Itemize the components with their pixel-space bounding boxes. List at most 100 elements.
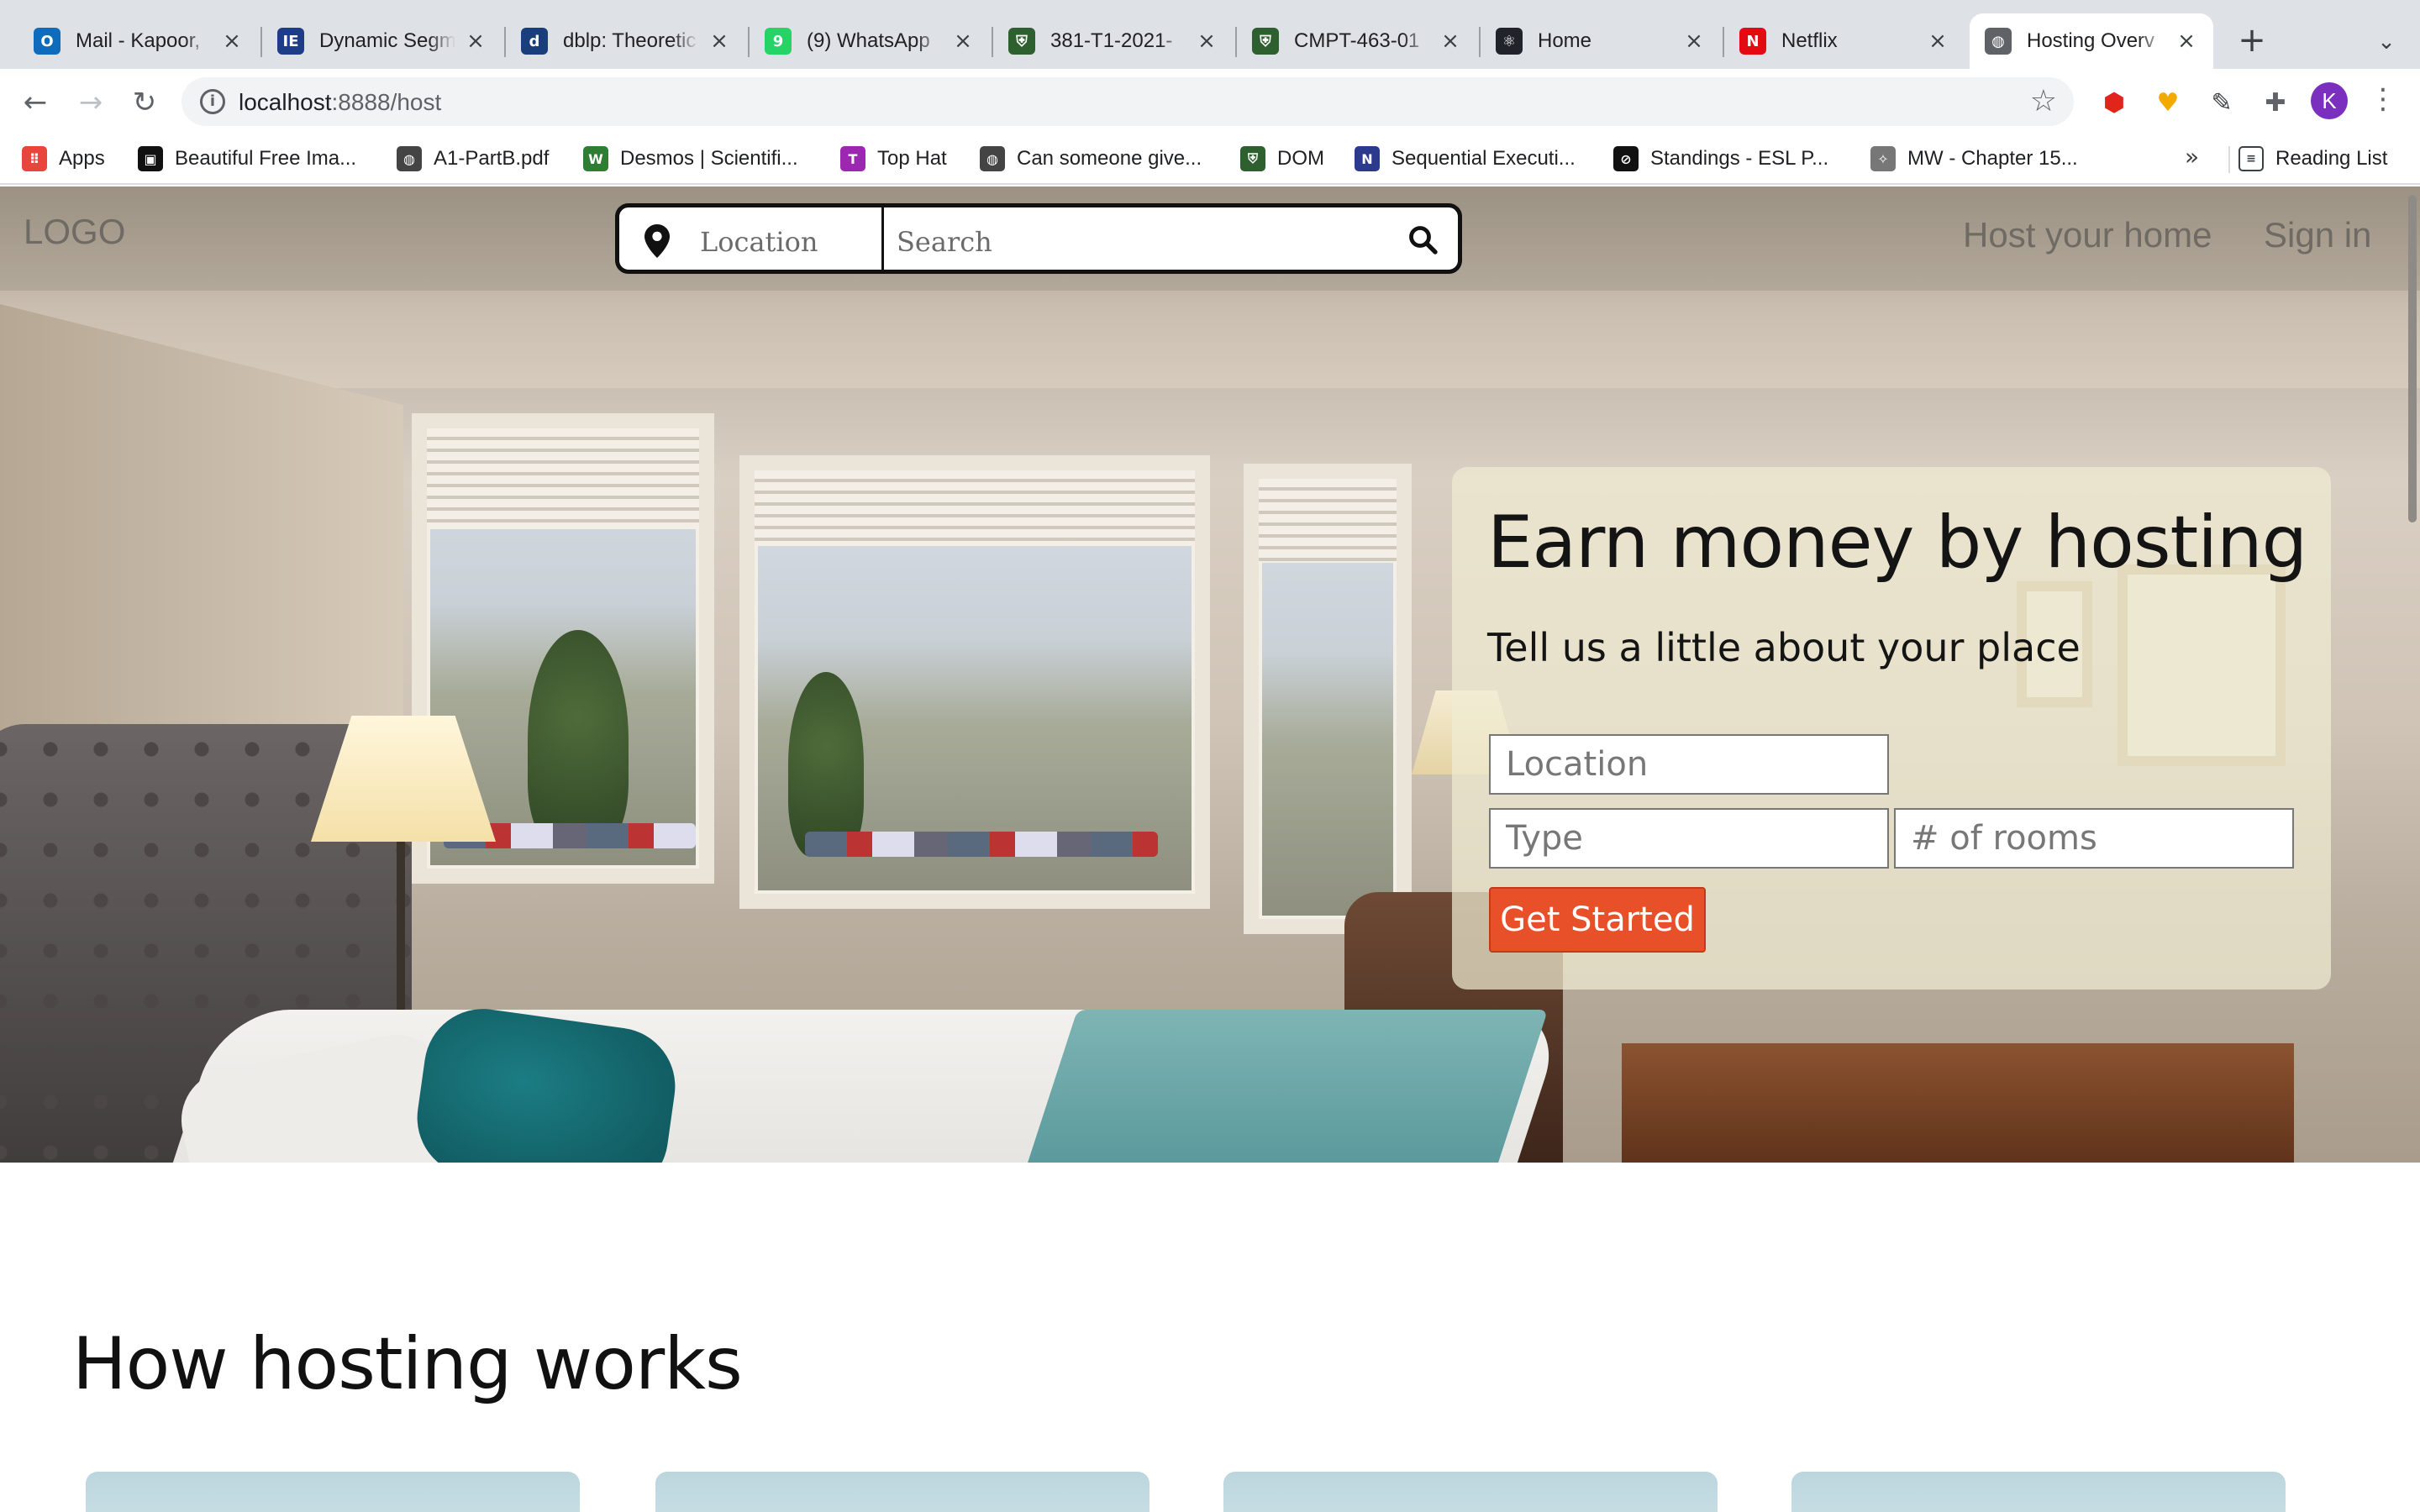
hero-photo-tree [788,672,864,857]
bookmark-item[interactable]: ◍ A1-PartB.pdf [397,143,549,175]
scrollbar-thumb[interactable] [2408,195,2417,522]
bookmark-item[interactable]: N Sequential Executi... [1355,143,1576,175]
close-tab-icon[interactable]: × [708,29,731,54]
profile-avatar[interactable]: K [2311,82,2348,119]
honey-extension-icon[interactable]: ♥ [2149,84,2186,121]
browser-tab[interactable]: N Netflix × [1724,13,1965,69]
browser-tab[interactable]: O Mail - Kapoor, × [18,13,259,69]
how-hosting-works-heading: How hosting works [72,1322,743,1406]
url-host: localhost [239,89,332,115]
outlook-icon: O [34,28,60,55]
extensions-puzzle-icon[interactable]: ✚ [2257,84,2294,121]
close-tab-icon[interactable]: × [1195,29,1218,54]
bookmark-label: Desmos | Scientifi... [620,147,798,170]
close-tab-icon[interactable]: × [464,29,487,54]
close-tab-icon[interactable]: × [1682,29,1706,54]
browser-tab[interactable]: ◍ Hosting Overv × [1970,13,2213,69]
how-step-card [655,1472,1150,1512]
browser-tab[interactable]: IE Dynamic Segm × [262,13,502,69]
reading-list-icon: ≡ [2238,146,2264,171]
sign-in-link[interactable]: Sign in [2264,215,2371,255]
shield-icon: ⛨ [1240,146,1265,171]
search-icon[interactable] [1407,224,1438,255]
close-tab-icon[interactable]: × [1439,29,1462,54]
whatsapp-icon: 9 [765,28,792,55]
ieee-icon: IE [277,28,304,55]
adblock-extension-icon[interactable]: ⬢ [2096,84,2133,121]
hero-photo-desk [1622,1043,2294,1163]
shield-icon: ⛨ [1008,28,1035,55]
bookmark-item[interactable]: ⊘ Standings - ESL P... [1613,143,1828,175]
hero-title: Earn money by hosting [1487,501,2307,585]
reload-icon[interactable]: ↻ [126,84,163,121]
tophat-icon: T [840,146,865,171]
bookmark-item[interactable]: W Desmos | Scientifi... [583,143,798,175]
url-text[interactable]: localhost:8888/host [239,89,441,116]
tab-title: Dynamic Segm [319,29,455,52]
location-search-input[interactable]: Location [700,226,818,258]
page-scrollbar[interactable] [2402,186,2420,1512]
react-icon: ⚛ [1496,28,1523,55]
location-pin-icon [644,224,670,258]
hero-photo-blinds [755,470,1195,546]
site-logo[interactable]: LOGO [24,212,125,252]
rooms-field[interactable] [1894,808,2294,869]
netflix-icon: N [1739,28,1766,55]
hero-section: LOGO Location Search Host your home Sign… [0,186,2420,1163]
bookmark-item[interactable]: ◍ Can someone give... [980,143,1202,175]
close-tab-icon[interactable]: × [951,29,975,54]
type-field[interactable] [1489,808,1889,869]
tab-search-chevron-icon[interactable]: ⌄ [2370,25,2403,59]
bookmark-label: A1-PartB.pdf [434,147,550,170]
browser-tab[interactable]: ⚛ Home × [1481,13,1721,69]
back-arrow-icon[interactable]: ← [17,84,54,121]
browser-menu-icon[interactable]: ⋮ [2368,82,2398,119]
site-info-icon[interactable]: i [200,89,225,114]
keyword-search-input[interactable]: Search [897,226,992,258]
bookmark-item[interactable]: ▣ Beautiful Free Ima... [138,143,356,175]
browser-tab[interactable]: ⛨ 381-T1-2021- × [993,13,1234,69]
bookmark-label: Beautiful Free Ima... [175,147,357,170]
tab-title: 381-T1-2021- [1050,29,1173,52]
close-tab-icon[interactable]: × [1926,29,1949,54]
browser-tab[interactable]: d dblp: Theoretic × [506,13,746,69]
apps-grid-icon: ⠿ [22,146,47,171]
get-started-button[interactable]: Get Started [1489,887,1706,953]
hero-photo-throw [1006,1010,1549,1163]
hero-photo-blinds [1259,479,1397,563]
close-tab-icon[interactable]: × [2175,29,2198,54]
browser-toolbar: ← → ↻ i localhost:8888/host ☆ ⬢ ♥ ✎ ✚ K … [0,69,2420,133]
close-tab-icon[interactable]: × [220,29,244,54]
bookmark-item[interactable]: ✧ MW - Chapter 15... [1870,143,2078,175]
search-divider [881,207,884,270]
hero-photo-cars [805,832,1158,857]
next-icon: N [1355,146,1380,171]
bookmark-item[interactable]: T Top Hat [840,143,947,175]
forward-arrow-icon[interactable]: → [72,84,109,121]
dblp-icon: d [521,28,548,55]
bookmark-label: Top Hat [877,147,947,170]
globe-icon: ◍ [980,146,1005,171]
how-step-card [86,1472,580,1512]
host-your-home-link[interactable]: Host your home [1963,215,2212,255]
hero-photo-blinds [427,428,699,529]
eyedropper-extension-icon[interactable]: ✎ [2203,84,2240,121]
bookmarks-bar: ✧ MW - Chapter 15... ⊘ Standings - ESL P...… [0,133,2420,185]
bookmark-item[interactable]: ⠿ Apps [22,143,105,175]
tab-title: Netflix [1781,29,1838,52]
how-step-card [1791,1472,2286,1512]
reading-list-button[interactable]: ≡ Reading List [2238,143,2387,175]
address-bar[interactable]: i localhost:8888/host ☆ [182,77,2074,126]
hero-photo-window-right [1244,464,1412,934]
bookmark-item[interactable]: ⛨ DOM [1240,143,1324,175]
page-viewport: LOGO Location Search Host your home Sign… [0,186,2420,1512]
bookmark-star-icon[interactable]: ☆ [2030,84,2057,118]
browser-tab[interactable]: ⛨ CMPT-463-01 × [1237,13,1477,69]
new-tab-icon[interactable]: + [2235,24,2269,57]
tab-title: Hosting Overv [2027,29,2155,52]
shield-icon: ⛨ [1252,28,1279,55]
location-field[interactable] [1489,734,1889,795]
browser-tab[interactable]: 9 (9) WhatsApp × [750,13,990,69]
more-bookmarks-icon[interactable]: » [2185,143,2199,171]
bookmark-label: Standings - ESL P... [1650,147,1829,170]
